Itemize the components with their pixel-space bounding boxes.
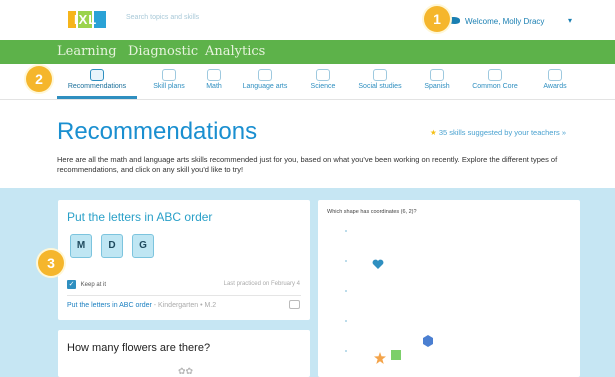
tab-label: Common Core — [472, 83, 518, 90]
intro-text: Here are all the math and language arts … — [57, 155, 558, 175]
tab-label: Language arts — [242, 83, 288, 90]
nav-learning[interactable]: Learning — [57, 44, 117, 59]
star-icon: ★ — [430, 128, 437, 137]
grid-tick — [345, 320, 347, 322]
callout-badge: 1 — [424, 6, 450, 32]
keep-at-it-label: Keep at it — [80, 282, 107, 289]
skill-card[interactable]: Put the letters in ABC order M D G ✓ Kee… — [58, 200, 310, 320]
skill-card-title: How many flowers are there? — [67, 342, 211, 354]
page-title: Recommendations — [57, 118, 258, 145]
skill-card[interactable]: How many flowers are there? ✿✿ — [58, 330, 310, 377]
callout-badge: 2 — [26, 66, 52, 92]
skill-card-title: Put the letters in ABC order — [67, 210, 213, 224]
top-bar: IXL Search topics and skills Welcome, Mo… — [0, 0, 615, 40]
letter-tile: G — [132, 234, 154, 258]
common-core-icon — [488, 69, 502, 81]
flower-icon: ✿✿ — [178, 366, 194, 376]
star-shape-icon — [374, 351, 386, 369]
chat-icon[interactable] — [289, 300, 300, 309]
grid-tick — [345, 260, 347, 262]
suggested-skills-label: 35 skills suggested by your teachers — [438, 128, 560, 137]
grid-tick — [345, 290, 347, 292]
active-tab-indicator — [57, 96, 137, 99]
tab-label: Math — [206, 83, 222, 90]
last-practiced-text: Last practiced on February 4 — [223, 281, 300, 287]
skill-link[interactable]: Put the letters in ABC order - Kindergar… — [67, 302, 216, 309]
check-icon: ✓ — [67, 280, 76, 289]
skill-plans-icon — [162, 69, 176, 81]
spanish-icon — [430, 69, 444, 81]
keep-at-it[interactable]: ✓ Keep at it — [67, 280, 106, 289]
letter-tile: M — [70, 234, 92, 258]
language-arts-icon — [258, 69, 272, 81]
tab-recommendations[interactable]: Recommendations — [62, 68, 132, 90]
callout-badge: 3 — [38, 250, 64, 276]
suggested-skills-link[interactable]: ★ 35 skills suggested by your teachers » — [430, 128, 566, 137]
square-icon — [391, 350, 401, 360]
grid-tick — [345, 350, 347, 352]
nav-diagnostic[interactable]: Diagnostic — [128, 44, 198, 59]
skill-grade-text: - Kindergarten • M.2 — [153, 302, 217, 309]
letter-tile: D — [101, 234, 123, 258]
science-icon — [316, 69, 330, 81]
tab-label: Social studies — [358, 83, 402, 90]
welcome-user-menu[interactable]: Welcome, Molly Dracy — [465, 17, 544, 26]
skill-link-text: Put the letters in ABC order — [67, 302, 152, 309]
skill-card-question: Which shape has coordinates (6, 2)? — [327, 209, 417, 215]
tab-label: Recommendations — [67, 83, 127, 90]
ixl-logo[interactable]: IXL — [68, 8, 108, 30]
heart-icon — [372, 257, 384, 275]
math-icon — [207, 69, 221, 81]
awards-icon — [548, 69, 562, 81]
logo-text: IXL — [74, 12, 98, 27]
search-input[interactable]: Search topics and skills — [118, 9, 278, 27]
nav-analytics[interactable]: Analytics — [205, 44, 265, 59]
hexagon-icon — [422, 334, 434, 352]
grid-tick — [345, 230, 347, 232]
tab-awards[interactable]: Awards — [520, 68, 590, 90]
tab-label: Spanish — [424, 83, 450, 90]
recommendations-icon — [90, 69, 104, 81]
tab-label: Science — [310, 83, 336, 90]
divider — [67, 295, 301, 296]
tab-label: Awards — [543, 83, 567, 90]
skill-card[interactable]: Which shape has coordinates (6, 2)? — [318, 200, 580, 377]
chevron-down-icon[interactable]: ▾ — [568, 16, 572, 25]
chevron-right-icon: » — [561, 128, 566, 137]
social-studies-icon — [373, 69, 387, 81]
